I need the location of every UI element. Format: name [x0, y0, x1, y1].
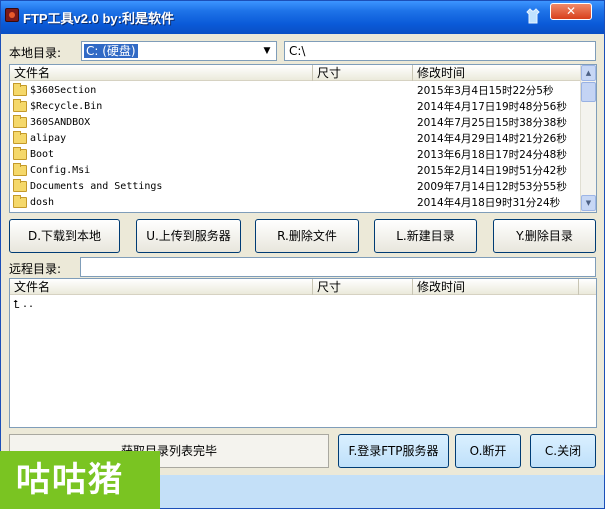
row-modified-time: 2014年4月29日14时21分26秒	[417, 133, 567, 145]
folder-icon	[13, 147, 27, 160]
row-modified-time: 2013年6月18日17时24分48秒	[417, 149, 567, 161]
column-header-size[interactable]: 尺寸	[313, 65, 413, 81]
row-name: 360SANDBOX	[30, 117, 91, 128]
watermark-logo: 咕咕猪	[0, 451, 160, 509]
remote-list-header: 文件名 尺寸 修改时间	[10, 279, 596, 295]
row-modified-time: 2014年7月25日15时38分38秒	[417, 117, 567, 129]
table-row[interactable]: $Recycle.Bin 2014年4月17日19时48分56秒	[10, 99, 580, 115]
row-name: Config.Msi	[30, 165, 91, 176]
row-modified-time: 2014年4月18日9时31分24秒	[417, 197, 561, 209]
table-row[interactable]: ⮤ ..	[10, 297, 580, 313]
shirt-icon[interactable]	[526, 8, 540, 24]
table-row[interactable]: dosh 2014年4月18日9时31分24秒	[10, 195, 580, 211]
local-list-scrollbar[interactable]: ▲ ▼	[580, 65, 596, 212]
column-header-name[interactable]: 文件名	[10, 279, 313, 295]
row-name: dosh	[30, 197, 55, 208]
column-header-size[interactable]: 尺寸	[313, 279, 413, 295]
local-list-header: 文件名 尺寸 修改时间	[10, 65, 582, 81]
row-name: ..	[22, 299, 35, 310]
row-modified-time: 2015年3月4日15时22分5秒	[417, 85, 554, 97]
download-button[interactable]: D.下载到本地	[9, 219, 120, 253]
column-header-time[interactable]: 修改时间	[413, 65, 582, 81]
row-name: Documents and Settings	[30, 181, 163, 192]
table-row[interactable]: Config.Msi 2015年2月14日19时51分42秒	[10, 163, 580, 179]
local-dir-label: 本地目录:	[9, 46, 62, 60]
table-row[interactable]: Documents and Settings 2009年7月14日12时53分55…	[10, 179, 580, 195]
row-modified-time: 2015年2月14日19时51分42秒	[417, 165, 567, 177]
delete-dir-button[interactable]: Y.删除目录	[493, 219, 596, 253]
row-modified-time: 2009年7月14日12时53分55秒	[417, 181, 567, 193]
delete-file-button[interactable]: R.删除文件	[255, 219, 359, 253]
row-modified-time: 2014年4月17日19时48分56秒	[417, 101, 567, 113]
folder-icon	[13, 83, 27, 96]
login-ftp-button[interactable]: F.登录FTP服务器	[338, 434, 449, 468]
folder-icon	[13, 115, 27, 128]
row-name: $360Section	[30, 85, 97, 96]
scroll-up-icon[interactable]: ▲	[581, 65, 596, 81]
scroll-thumb[interactable]	[581, 82, 596, 102]
table-row[interactable]: alipay 2014年4月29日14时21分26秒	[10, 131, 580, 147]
folder-icon	[13, 99, 27, 112]
close-window-button[interactable]: ✕	[550, 3, 592, 20]
row-name: Boot	[30, 149, 55, 160]
new-dir-button[interactable]: L.新建目录	[374, 219, 477, 253]
app-window: FTP工具v2.0 by:利是软件 ✕ 本地目录: C: (硬盘) ▼ C:\ …	[0, 0, 605, 509]
column-header-time[interactable]: 修改时间	[413, 279, 579, 295]
local-file-list[interactable]: 文件名 尺寸 修改时间 $360Section 2015年3月4日15时22分5秒…	[9, 64, 597, 213]
folder-icon	[13, 179, 27, 192]
chevron-down-icon[interactable]: ▼	[259, 43, 275, 59]
drive-select[interactable]: C: (硬盘) ▼	[81, 41, 277, 61]
table-row[interactable]: 360SANDBOX 2014年7月25日15时38分38秒	[10, 115, 580, 131]
remote-path-field[interactable]	[80, 257, 596, 277]
folder-icon	[13, 163, 27, 176]
folder-icon	[13, 131, 27, 144]
title-bar[interactable]: FTP工具v2.0 by:利是软件 ✕	[1, 1, 604, 34]
local-path-field[interactable]: C:\	[284, 41, 596, 61]
drive-select-value: C: (硬盘)	[84, 44, 138, 58]
up-arrow-icon: ⮤	[13, 298, 20, 311]
row-name: alipay	[30, 133, 67, 144]
table-row[interactable]: $360Section 2015年3月4日15时22分5秒	[10, 83, 580, 99]
disconnect-button[interactable]: O.断开	[455, 434, 521, 468]
column-header-name[interactable]: 文件名	[10, 65, 313, 81]
remote-file-list[interactable]: 文件名 尺寸 修改时间 ⮤ ..	[9, 278, 597, 428]
table-row[interactable]: Boot 2013年6月18日17时24分48秒	[10, 147, 580, 163]
remote-dir-label: 远程目录:	[9, 262, 62, 276]
folder-icon	[13, 195, 27, 208]
close-button[interactable]: C.关闭	[530, 434, 596, 468]
row-name: $Recycle.Bin	[30, 101, 103, 112]
ftp-app-icon	[5, 8, 19, 22]
scroll-down-icon[interactable]: ▼	[581, 195, 596, 211]
upload-button[interactable]: U.上传到服务器	[136, 219, 241, 253]
window-title: FTP工具v2.0 by:利是软件	[23, 11, 174, 26]
